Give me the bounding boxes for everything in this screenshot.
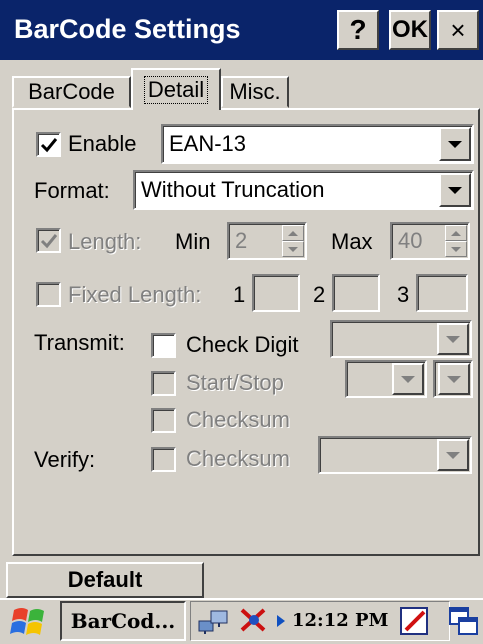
ok-button[interactable]: OK (389, 10, 431, 50)
verify-checksum-label: Checksum (186, 446, 290, 471)
start-dropdown-button[interactable] (392, 363, 424, 395)
network-icon[interactable] (197, 607, 231, 635)
symbology-value: EAN-13 (169, 131, 247, 156)
tab-misc[interactable]: Misc. (221, 76, 289, 108)
enable-label: Enable (68, 131, 137, 156)
sync-disabled-icon[interactable] (236, 604, 272, 638)
fixed-length-label: Fixed Length: (68, 282, 202, 307)
start-dropdown[interactable] (345, 360, 427, 398)
fixed-length-checkbox[interactable] (36, 282, 61, 307)
chevron-down-icon (401, 375, 415, 383)
length-min-value: 2 (235, 228, 248, 253)
length-min-stepper[interactable]: 2 (227, 222, 307, 260)
taskbar-app-button[interactable]: BarCod... (60, 601, 186, 641)
transmit-label: Transmit: (34, 330, 125, 355)
tab-detail[interactable]: Detail (131, 68, 221, 110)
chevron-down-icon (447, 375, 461, 383)
verify-label: Verify: (34, 447, 96, 472)
fixed-length-3-input[interactable] (416, 274, 468, 312)
length-max-label: Max (331, 229, 373, 254)
format-dropdown[interactable]: Without Truncation (133, 170, 474, 210)
fixed-length-2-label: 2 (313, 282, 326, 307)
chevron-down-icon (448, 186, 462, 194)
window-title: BarCode Settings (14, 14, 241, 44)
stop-dropdown[interactable] (433, 360, 473, 398)
help-button[interactable]: ? (337, 10, 379, 50)
input-panel-icon[interactable] (398, 604, 432, 638)
length-label: Length: (68, 229, 142, 254)
check-digit-dropdown-button[interactable] (437, 323, 469, 355)
length-max-stepper[interactable]: 40 (390, 222, 470, 260)
default-button[interactable]: Default (6, 562, 204, 598)
verify-checksum-checkbox[interactable] (151, 447, 176, 472)
fixed-length-3-label: 3 (397, 282, 410, 307)
length-checkbox[interactable] (36, 228, 61, 253)
chevron-down-icon (446, 451, 460, 459)
transmit-checksum-checkbox[interactable] (151, 408, 176, 433)
transmit-checksum-label: Checksum (186, 407, 290, 432)
spin-down-icon[interactable] (282, 241, 304, 257)
spin-down-icon[interactable] (445, 241, 467, 257)
check-digit-checkbox[interactable] (151, 333, 176, 358)
symbology-dropdown-button[interactable] (439, 127, 471, 161)
tab-barcode[interactable]: BarCode (12, 76, 131, 108)
start-stop-checkbox[interactable] (151, 371, 176, 396)
check-digit-label: Check Digit (186, 332, 299, 357)
spin-up-icon[interactable] (282, 225, 304, 241)
checkmark-icon (40, 233, 57, 248)
length-min-spinner[interactable] (282, 225, 304, 257)
format-dropdown-button[interactable] (439, 173, 471, 207)
fixed-length-1-input[interactable] (252, 274, 300, 312)
tray-arrow-icon[interactable] (276, 614, 286, 628)
symbology-dropdown[interactable]: EAN-13 (161, 124, 474, 164)
start-stop-label: Start/Stop (186, 370, 284, 395)
fixed-length-2-input[interactable] (332, 274, 380, 312)
stop-dropdown-button[interactable] (438, 363, 470, 395)
checkmark-icon (40, 137, 57, 152)
format-value: Without Truncation (141, 177, 325, 202)
verify-checksum-dropdown[interactable] (318, 436, 472, 474)
check-digit-dropdown[interactable] (330, 320, 472, 358)
chevron-down-icon (446, 335, 460, 343)
window-switch-icon[interactable] (448, 604, 480, 638)
format-label: Format: (34, 178, 110, 203)
verify-dropdown-button[interactable] (437, 439, 469, 471)
length-min-label: Min (175, 229, 211, 254)
close-button[interactable]: × (437, 10, 479, 50)
enable-checkbox[interactable] (36, 132, 61, 157)
tab-detail-label: Detail (143, 76, 209, 104)
length-max-value: 40 (398, 228, 423, 253)
length-max-spinner[interactable] (445, 225, 467, 257)
clock[interactable]: 12:12 PM (292, 610, 388, 631)
windows-start-icon[interactable] (10, 602, 50, 642)
chevron-down-icon (448, 140, 462, 148)
spin-up-icon[interactable] (445, 225, 467, 241)
fixed-length-1-label: 1 (233, 282, 246, 307)
